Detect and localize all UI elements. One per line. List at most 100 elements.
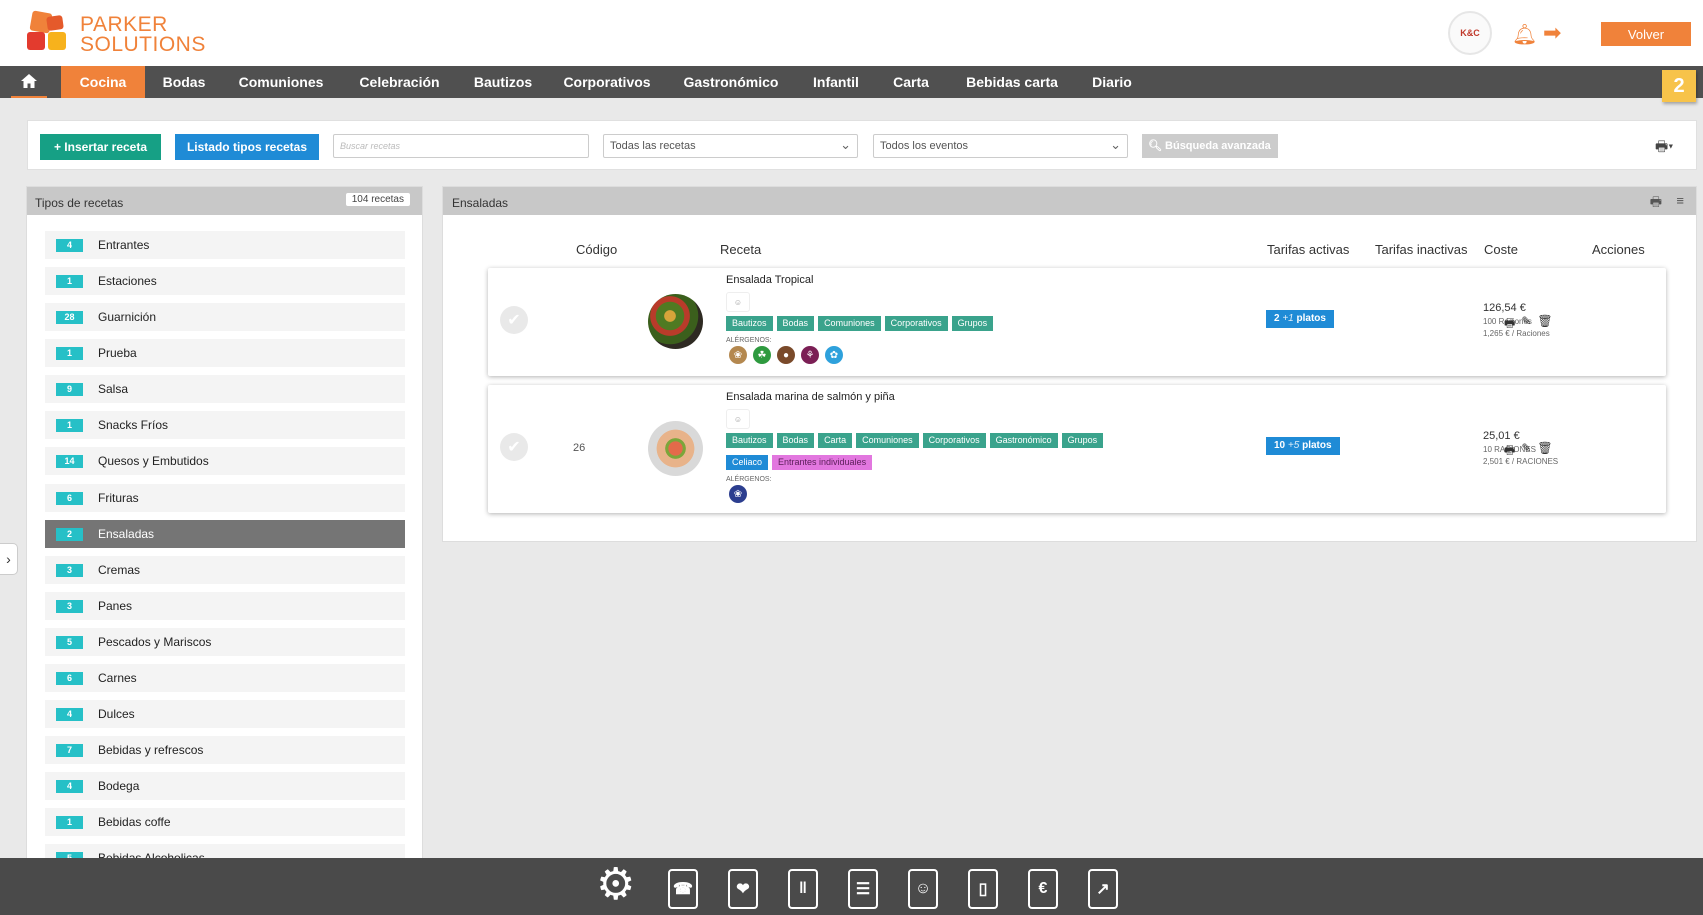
trash-icon[interactable]: 🗑︎ <box>1537 441 1552 462</box>
category-count: 6 <box>56 672 83 685</box>
category-item-dulces[interactable]: 4 Dulces <box>45 700 405 728</box>
nav-tab-diario[interactable]: Diario <box>1085 66 1139 98</box>
category-item-panes[interactable]: 3 Panes <box>45 592 405 620</box>
logout-icon[interactable]: ➡︎ <box>1543 20 1561 46</box>
chevron-down-icon: ⌄ <box>840 137 851 152</box>
category-item-estaciones[interactable]: 1 Estaciones <box>45 267 405 295</box>
bell-icon[interactable]: 🔔︎ <box>1512 22 1537 47</box>
category-item-carnes[interactable]: 6 Carnes <box>45 664 405 692</box>
category-count: 3 <box>56 564 83 577</box>
allergens-label: ALÉRGENOS: <box>726 476 772 483</box>
category-item-ensaladas[interactable]: 2 Ensaladas <box>45 520 405 548</box>
active-rates-badge[interactable]: 10 +5 platos <box>1266 437 1340 455</box>
print-icon[interactable]: 🖶︎▾ <box>1655 136 1673 160</box>
column-header-tarifas-inactivas[interactable]: Tarifas inactivas <box>1375 242 1467 257</box>
category-item-bebidas-coffe[interactable]: 1 Bebidas coffe <box>45 808 405 836</box>
category-label: Salsa <box>98 382 129 396</box>
nav-tab-gastronomico[interactable]: Gastronómico <box>675 66 787 98</box>
category-label: Prueba <box>98 346 137 360</box>
recipe-row[interactable]: ✔ Ensalada Tropical ☺ Bautizos Bodas Com… <box>488 268 1666 376</box>
search-input[interactable] <box>333 134 589 158</box>
handshake-icon[interactable]: ❤ <box>728 869 758 909</box>
category-item-pescados-y-mariscos[interactable]: 5 Pescados y Mariscos <box>45 628 405 656</box>
recipe-row[interactable]: ✔ 26 Ensalada marina de salmón y piña ☺ … <box>488 385 1666 513</box>
nav-tab-corporativos[interactable]: Corporativos <box>557 66 657 98</box>
edit-pencil-icon[interactable]: ✎ <box>1521 441 1531 462</box>
recipe-actions: 🖶︎ ✎ 🗑︎ <box>1504 441 1553 462</box>
print-icon[interactable]: 🖶︎ <box>1504 314 1515 335</box>
nav-tab-celebracion[interactable]: Celebración <box>348 66 451 98</box>
advanced-search-button[interactable]: 🔍︎ Búsqueda avanzada <box>1142 134 1278 158</box>
category-count: 3 <box>56 600 83 613</box>
category-label: Bebidas y refrescos <box>98 743 204 757</box>
nav-tab-bautizos[interactable]: Bautizos <box>467 66 539 98</box>
print-icon[interactable]: 🖶︎ <box>1650 193 1662 215</box>
sidebar-toggle-chevron-right-icon[interactable]: › <box>0 543 18 575</box>
recipe-photo[interactable] <box>648 294 703 349</box>
allergens-label: ALÉRGENOS: <box>726 337 772 344</box>
column-header-tarifas-activas[interactable]: Tarifas activas <box>1267 242 1349 257</box>
category-item-frituras[interactable]: 6 Frituras <box>45 484 405 512</box>
tag: Bodas <box>776 433 815 448</box>
insert-recipe-button[interactable]: + Insertar receta <box>40 134 161 160</box>
category-item-bebidas-y-refrescos[interactable]: 7 Bebidas y refrescos <box>45 736 405 764</box>
list-recipe-types-button[interactable]: Listado tipos recetas <box>175 134 319 160</box>
nav-tab-bodas[interactable]: Bodas <box>154 66 214 98</box>
category-label: Pescados y Mariscos <box>98 635 212 649</box>
nav-tab-comuniones[interactable]: Comuniones <box>232 66 330 98</box>
nav-tab-cocina[interactable]: Cocina <box>61 66 145 98</box>
column-header-codigo[interactable]: Código <box>576 242 617 257</box>
headset-icon[interactable]: ☎ <box>668 869 698 909</box>
search-icon: 🔍︎ <box>1148 140 1162 152</box>
category-item-guarnicion[interactable]: 28 Guarnición <box>45 303 405 331</box>
nav-tab-infantil[interactable]: Infantil <box>806 66 866 98</box>
gear-icon[interactable]: ⚙ <box>596 863 635 907</box>
notes-badge[interactable]: 2 <box>1662 70 1696 102</box>
recipes-header: Ensaladas 🖶︎ ≡ <box>443 187 1696 215</box>
category-count: 4 <box>56 708 83 721</box>
recipes-panel: Ensaladas 🖶︎ ≡ Código Receta Tarifas act… <box>442 186 1697 542</box>
home-icon[interactable] <box>11 66 47 98</box>
column-header-receta[interactable]: Receta <box>720 242 761 257</box>
cart-icon[interactable]: ☰ <box>848 869 878 909</box>
category-label: Snacks Fríos <box>98 418 169 432</box>
active-rates-badge[interactable]: 2 +1 platos <box>1266 310 1334 328</box>
category-item-snacks-frios[interactable]: 1 Snacks Fríos <box>45 411 405 439</box>
category-label: Cremas <box>98 563 141 577</box>
parker-logo-icon[interactable] <box>27 10 71 54</box>
chart-icon[interactable]: ↗ <box>1088 869 1118 909</box>
recipe-types-title: Tipos de recetas <box>35 196 124 210</box>
category-item-salsa[interactable]: 9 Salsa <box>45 375 405 403</box>
category-item-quesos-y-embutidos[interactable]: 14 Quesos y Embutidos <box>45 447 405 475</box>
rate-plus: +1 <box>1282 313 1294 324</box>
cutlery-icon[interactable]: ‖ <box>788 869 818 909</box>
trash-icon[interactable]: 🗑︎ <box>1537 314 1552 335</box>
category-item-cremas[interactable]: 3 Cremas <box>45 556 405 584</box>
category-item-entrantes[interactable]: 4 Entrantes <box>45 231 405 259</box>
recipe-name[interactable]: Ensalada marina de salmón y piña <box>726 391 895 403</box>
column-header-coste[interactable]: Coste <box>1484 242 1518 257</box>
recipe-name[interactable]: Ensalada Tropical <box>726 274 813 286</box>
tag: Comuniones <box>856 433 919 448</box>
brand-line2: SOLUTIONS <box>80 33 206 56</box>
category-label: Ensaladas <box>98 527 155 541</box>
tag: Bautizos <box>726 316 773 331</box>
category-item-prueba[interactable]: 1 Prueba <box>45 339 405 367</box>
euro-icon[interactable]: € <box>1028 869 1058 909</box>
recipes-title: Ensaladas <box>452 196 509 210</box>
edit-pencil-icon[interactable]: ✎ <box>1521 314 1531 335</box>
category-item-bodega[interactable]: 4 Bodega <box>45 772 405 800</box>
contacts-icon[interactable]: ☺ <box>908 869 938 909</box>
volver-button[interactable]: Volver <box>1601 22 1691 46</box>
recipe-filter-select[interactable]: Todas las recetas ⌄ <box>603 134 858 158</box>
print-icon[interactable]: 🖶︎ <box>1504 441 1515 462</box>
recipe-photo[interactable] <box>648 421 703 476</box>
category-label: Bodega <box>98 779 140 793</box>
nav-tab-bebidas-carta[interactable]: Bebidas carta <box>956 66 1068 98</box>
avatar[interactable]: K&C <box>1448 11 1492 55</box>
event-filter-select[interactable]: Todos los eventos ⌄ <box>873 134 1128 158</box>
sort-list-icon[interactable]: ≡ <box>1676 193 1684 208</box>
recipe-code: 26 <box>573 442 586 454</box>
phone-icon[interactable]: ▯ <box>968 869 998 909</box>
nav-tab-carta[interactable]: Carta <box>884 66 938 98</box>
